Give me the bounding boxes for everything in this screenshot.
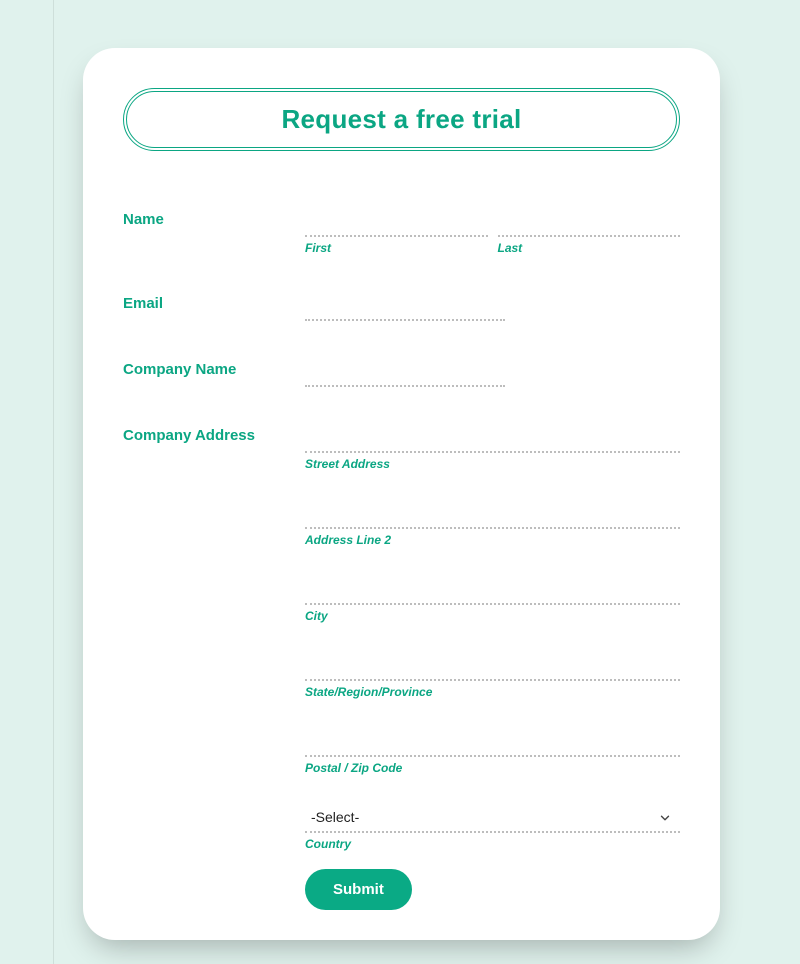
- country-select[interactable]: -Select-: [305, 805, 680, 833]
- company-name-input[interactable]: [305, 359, 505, 387]
- last-name-wrap: Last: [498, 209, 681, 255]
- email-input[interactable]: [305, 293, 505, 321]
- company-address-label: Company Address: [123, 425, 305, 851]
- street-wrap: Street Address: [305, 425, 680, 471]
- email-label: Email: [123, 293, 305, 321]
- postal-input[interactable]: [305, 729, 680, 757]
- email-field-wrap: [305, 293, 680, 321]
- form-title: Request a free trial: [127, 104, 676, 135]
- city-wrap: City: [305, 577, 680, 623]
- address-fields: Street Address Address Line 2 City State…: [305, 425, 680, 851]
- city-sublabel: City: [305, 609, 680, 623]
- vertical-divider: [53, 0, 54, 964]
- title-inner: Request a free trial: [126, 91, 677, 148]
- state-sublabel: State/Region/Province: [305, 685, 680, 699]
- country-selected-value: -Select-: [311, 809, 359, 825]
- street-sublabel: Street Address: [305, 457, 680, 471]
- row-company-name: Company Name: [123, 359, 680, 387]
- country-sublabel: Country: [305, 837, 680, 851]
- first-name-wrap: First: [305, 209, 488, 255]
- title-frame: Request a free trial: [123, 88, 680, 151]
- state-input[interactable]: [305, 653, 680, 681]
- line2-input[interactable]: [305, 501, 680, 529]
- request-trial-card: Request a free trial Name First Last: [83, 48, 720, 940]
- company-name-field-wrap: [305, 359, 680, 387]
- trial-form: Name First Last Email: [123, 209, 680, 910]
- submit-wrap: Submit: [305, 869, 680, 910]
- last-name-sublabel: Last: [498, 241, 681, 255]
- submit-button[interactable]: Submit: [305, 869, 412, 910]
- city-input[interactable]: [305, 577, 680, 605]
- chevron-down-icon: [658, 811, 672, 828]
- postal-sublabel: Postal / Zip Code: [305, 761, 680, 775]
- last-name-input[interactable]: [498, 209, 681, 237]
- name-label: Name: [123, 209, 305, 255]
- name-fields: First Last: [305, 209, 680, 255]
- company-name-label: Company Name: [123, 359, 305, 387]
- row-email: Email: [123, 293, 680, 321]
- country-wrap: -Select- Country: [305, 805, 680, 851]
- street-input[interactable]: [305, 425, 680, 453]
- row-name: Name First Last: [123, 209, 680, 255]
- first-name-sublabel: First: [305, 241, 488, 255]
- row-company-address: Company Address Street Address Address L…: [123, 425, 680, 851]
- first-name-input[interactable]: [305, 209, 488, 237]
- state-wrap: State/Region/Province: [305, 653, 680, 699]
- line2-sublabel: Address Line 2: [305, 533, 680, 547]
- line2-wrap: Address Line 2: [305, 501, 680, 547]
- postal-wrap: Postal / Zip Code: [305, 729, 680, 775]
